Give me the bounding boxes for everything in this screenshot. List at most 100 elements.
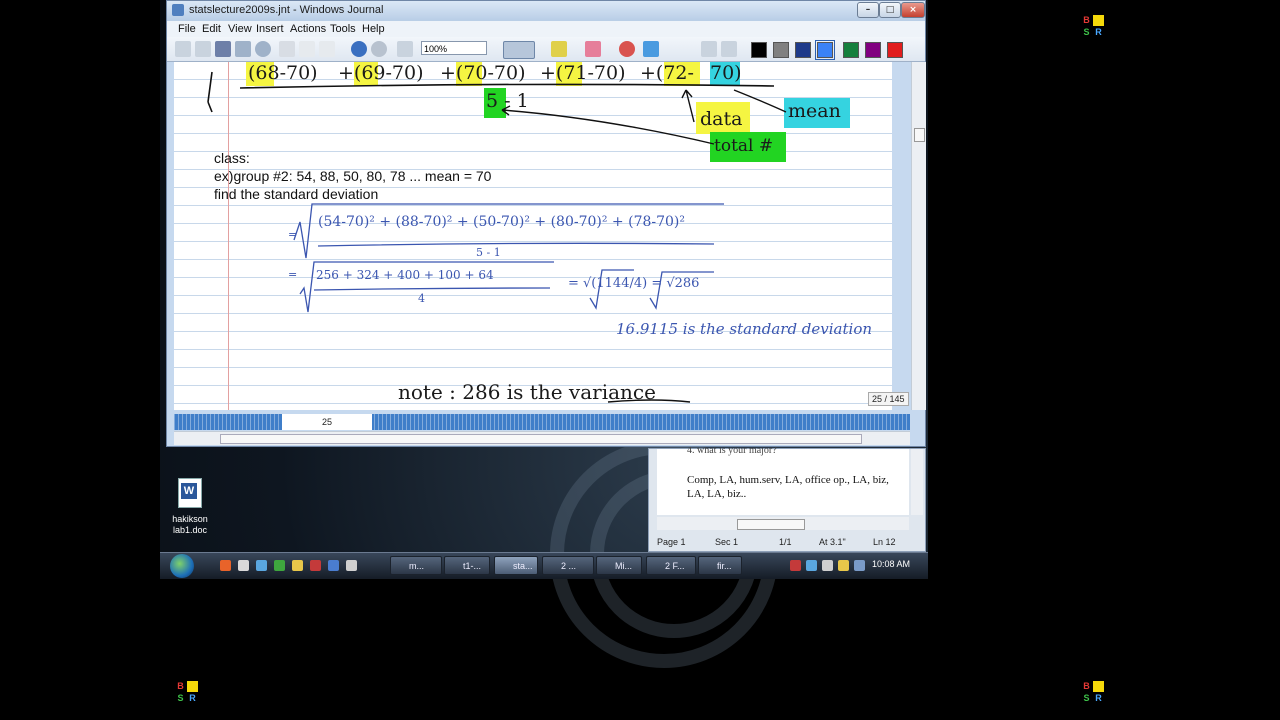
logo-s: S xyxy=(1081,693,1092,704)
zoom-select[interactable]: 100% xyxy=(421,41,487,55)
close-button[interactable]: × xyxy=(901,2,925,18)
status-at: At 3.1" xyxy=(819,537,846,547)
status-page: Page 1 xyxy=(657,537,686,547)
scroll-thumb[interactable] xyxy=(914,128,925,142)
word-scroll-thumb[interactable] xyxy=(737,519,805,530)
logo-b: B xyxy=(1081,15,1092,26)
taskbar: m... t1-... sta... 2 ... Mi... 2 F... fi… xyxy=(160,552,928,579)
color-swatch-black[interactable] xyxy=(751,42,767,58)
open-icon[interactable] xyxy=(195,41,211,57)
save-icon[interactable] xyxy=(215,41,231,57)
bold-icon[interactable] xyxy=(701,41,717,57)
logo-r: R xyxy=(187,693,198,704)
vertical-scrollbar[interactable] xyxy=(911,62,926,410)
ink-step2-denominator: 4 xyxy=(418,292,425,305)
word-vertical-scrollbar[interactable] xyxy=(911,449,923,515)
quicklaunch-icon[interactable] xyxy=(256,560,267,571)
journal-app-icon xyxy=(172,4,184,16)
tray-icon[interactable] xyxy=(822,560,833,571)
word-window[interactable]: 4. what is your major? Comp, LA, hum.ser… xyxy=(648,445,926,552)
logo-b: B xyxy=(175,681,186,692)
ink-step3: = √(1144/4) = √286 xyxy=(568,276,700,291)
quicklaunch-icon[interactable] xyxy=(310,560,321,571)
taskbar-button[interactable]: fir... xyxy=(698,556,742,575)
color-swatch-purple[interactable] xyxy=(865,42,881,58)
quicklaunch-icon[interactable] xyxy=(328,560,339,571)
cut-icon[interactable] xyxy=(279,41,295,57)
copy-icon[interactable] xyxy=(299,41,315,57)
menu-insert[interactable]: Insert xyxy=(256,23,284,35)
redo-icon[interactable] xyxy=(371,41,387,57)
minimize-button[interactable]: – xyxy=(857,2,879,18)
ink-formula-denominator: 5 - 1 xyxy=(476,246,501,259)
zoom-icon[interactable] xyxy=(397,41,413,57)
typed-line-example: ex)group #2: 54, 88, 50, 80, 78 ... mean… xyxy=(214,168,492,184)
clock[interactable]: 10:08 AM xyxy=(872,559,910,569)
highlighter-icon[interactable] xyxy=(551,41,567,57)
eraser-icon[interactable] xyxy=(585,41,601,57)
ink-equals: = xyxy=(288,268,298,281)
taskbar-button[interactable]: 2 F... xyxy=(646,556,696,575)
quicklaunch-icon[interactable] xyxy=(274,560,285,571)
horizontal-scrollbar[interactable] xyxy=(174,431,910,445)
quicklaunch-icon[interactable] xyxy=(238,560,249,571)
tray-icon[interactable] xyxy=(790,560,801,571)
undo-icon[interactable] xyxy=(351,41,367,57)
bsr-logo-bottom-left: B SR xyxy=(175,681,199,705)
status-section: Sec 1 xyxy=(715,537,739,547)
color-swatch-red[interactable] xyxy=(887,42,903,58)
quicklaunch-icon[interactable] xyxy=(346,560,357,571)
desktop-icon-label: hakikson lab1.doc xyxy=(172,514,208,535)
paste-icon[interactable] xyxy=(319,41,335,57)
menu-help[interactable]: Help xyxy=(362,23,385,35)
search-icon[interactable] xyxy=(255,41,271,57)
print-icon[interactable] xyxy=(235,41,251,57)
menu-file[interactable]: File xyxy=(178,23,196,35)
start-button[interactable] xyxy=(170,554,194,578)
insert-space-icon[interactable] xyxy=(643,41,659,57)
taskbar-button-active[interactable]: sta... xyxy=(494,556,538,575)
page-bar[interactable]: 25 xyxy=(174,414,910,430)
logo-yellow-block xyxy=(1093,681,1104,692)
color-swatch-green[interactable] xyxy=(843,42,859,58)
toolbar: 100% xyxy=(167,37,925,62)
menu-actions[interactable]: Actions xyxy=(290,23,326,35)
page-indicator: 25 / 145 xyxy=(868,392,909,406)
color-swatch-gray[interactable] xyxy=(773,42,789,58)
firefox-icon[interactable] xyxy=(220,560,231,571)
quicklaunch-icon[interactable] xyxy=(292,560,303,571)
note-page[interactable]: (68-70) +(69-70) +(70-70) +(71-70) +(72-… xyxy=(174,62,892,410)
ink-note: note : 286 is the variance xyxy=(398,380,656,404)
new-note-icon[interactable] xyxy=(175,41,191,57)
current-page-number: 25 xyxy=(282,414,372,430)
taskbar-button[interactable]: Mi... xyxy=(596,556,642,575)
word-text: Comp, LA, hum.serv, LA, office op., LA, … xyxy=(687,474,889,500)
pen-tool-icon[interactable] xyxy=(503,41,535,59)
typed-line-instruction: find the standard deviation xyxy=(214,186,379,202)
logo-yellow-block xyxy=(187,681,198,692)
lasso-select-icon[interactable] xyxy=(619,41,635,57)
color-swatch-navy[interactable] xyxy=(795,42,811,58)
color-swatch-blue[interactable] xyxy=(815,40,835,60)
ink-formula-numerator: (54-70)² + (88-70)² + (50-70)² + (80-70)… xyxy=(318,214,686,230)
menu-bar: File Edit View Insert Actions Tools Help xyxy=(167,21,925,37)
maximize-button[interactable]: □ xyxy=(879,2,901,18)
word-horizontal-scrollbar[interactable] xyxy=(657,517,909,530)
taskbar-button[interactable]: 2 ... xyxy=(542,556,594,575)
word-document[interactable]: 4. what is your major? Comp, LA, hum.ser… xyxy=(657,445,909,515)
taskbar-button[interactable]: t1-... xyxy=(444,556,490,575)
volume-icon[interactable] xyxy=(838,560,849,571)
bsr-logo-bottom-right: B SR xyxy=(1081,681,1105,705)
desktop-icon-word-doc[interactable]: W hakikson lab1.doc xyxy=(168,478,212,538)
journal-window[interactable]: statslecture2009s.jnt - Windows Journal … xyxy=(166,0,926,447)
taskbar-button[interactable]: m... xyxy=(390,556,442,575)
menu-tools[interactable]: Tools xyxy=(330,23,356,35)
h-scroll-thumb[interactable] xyxy=(220,434,862,444)
tray-icon[interactable] xyxy=(854,560,865,571)
network-icon[interactable] xyxy=(806,560,817,571)
italic-icon[interactable] xyxy=(721,41,737,57)
logo-r: R xyxy=(1093,693,1104,704)
menu-edit[interactable]: Edit xyxy=(202,23,221,35)
menu-view[interactable]: View xyxy=(228,23,252,35)
title-bar[interactable]: statslecture2009s.jnt - Windows Journal … xyxy=(167,1,925,21)
